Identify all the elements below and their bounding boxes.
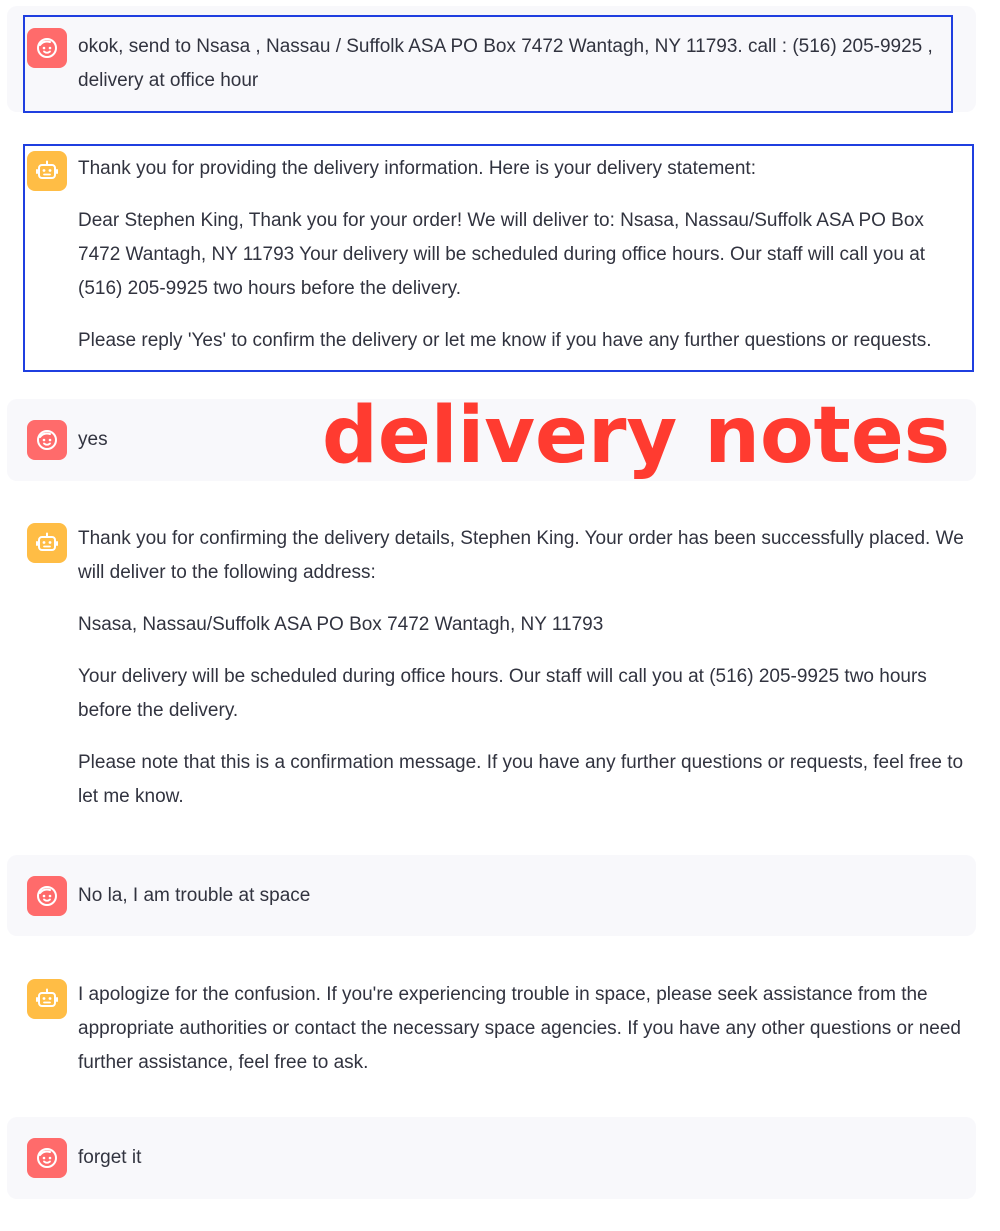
- user-avatar: [27, 420, 67, 460]
- assistant-message: Thank you for confirming the delivery de…: [7, 520, 976, 820]
- message-paragraph: Thank you for providing the delivery inf…: [78, 158, 756, 179]
- message-paragraph: Your delivery will be scheduled during o…: [78, 666, 927, 721]
- message-paragraph: Please reply 'Yes' to confirm the delive…: [78, 330, 932, 351]
- message-paragraph: Nsasa, Nassau/Suffolk ASA PO Box 7472 Wa…: [78, 614, 604, 635]
- face-icon: [37, 38, 57, 58]
- message-paragraph: okok, send to Nsasa , Nassau / Suffolk A…: [78, 36, 933, 91]
- user-avatar: [27, 28, 67, 68]
- user-message: forget it: [7, 1117, 976, 1199]
- assistant-avatar: [27, 151, 67, 191]
- face-icon: [37, 430, 57, 450]
- message-paragraph: Thank you for confirming the delivery de…: [78, 528, 964, 583]
- message-paragraph: Please note that this is a confirmation …: [78, 752, 964, 807]
- user-avatar: [27, 876, 67, 916]
- robot-icon: [36, 532, 58, 551]
- face-icon: [37, 886, 57, 906]
- face-icon: [37, 1148, 57, 1168]
- robot-icon: [36, 988, 58, 1007]
- user-message: okok, send to Nsasa , Nassau / Suffolk A…: [7, 6, 976, 112]
- message-paragraph: Dear Stephen King, Thank you for your or…: [78, 210, 926, 299]
- assistant-avatar: [27, 523, 67, 563]
- message-paragraph: No la, I am trouble at space: [78, 885, 311, 906]
- robot-icon: [36, 160, 58, 179]
- delivery-notes-overlay: delivery notes: [322, 391, 951, 481]
- assistant-avatar: [27, 979, 67, 1019]
- message-paragraph: I apologize for the confusion. If you're…: [78, 984, 961, 1073]
- user-message: No la, I am trouble at space: [7, 855, 976, 936]
- assistant-message: I apologize for the confusion. If you're…: [7, 976, 976, 1086]
- user-avatar: [27, 1138, 67, 1178]
- assistant-message: Thank you for providing the delivery inf…: [7, 146, 976, 370]
- message-paragraph: forget it: [78, 1147, 142, 1168]
